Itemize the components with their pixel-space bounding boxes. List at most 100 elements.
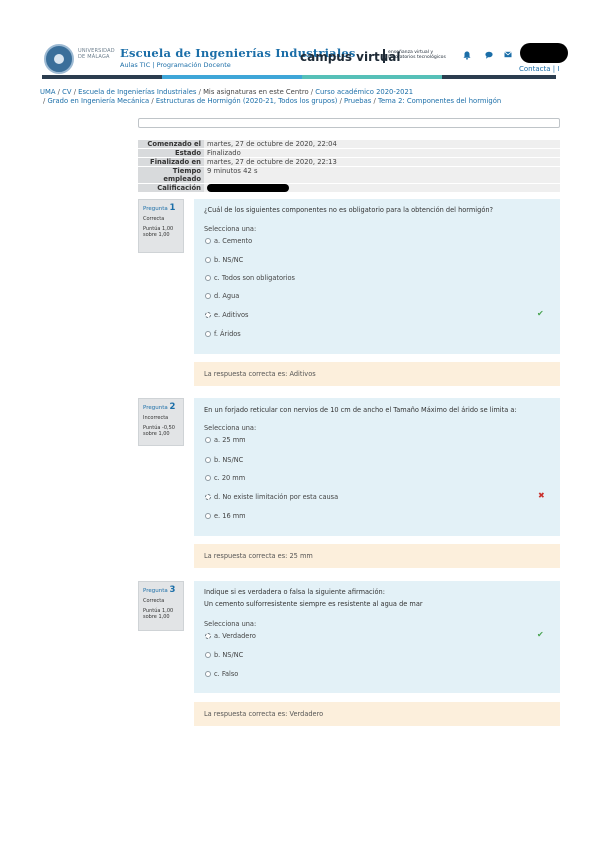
radio-button[interactable]: [205, 671, 211, 677]
option-label: b. NS/NC: [214, 456, 244, 464]
radio-button[interactable]: [205, 293, 211, 299]
breadcrumb-uma[interactable]: UMA: [40, 88, 56, 96]
question-label: Pregunta: [143, 206, 168, 212]
correct-check-icon: ✔: [537, 309, 544, 318]
question-points: Puntúa 1,00 sobre 1,00: [143, 226, 174, 238]
breadcrumb: UMA / CV / Escuela de Ingenierías Indust…: [40, 88, 413, 96]
question-number: Pregunta 2: [143, 402, 179, 412]
summary-value: martes, 27 de octubre de 2020, 22:13: [204, 157, 560, 167]
answer-option[interactable]: e. 16 mm: [205, 512, 246, 520]
mail-icon[interactable]: [504, 51, 512, 60]
option-label: a. Cemento: [214, 237, 253, 245]
question-index: 3: [169, 585, 176, 595]
option-label: c. Falso: [214, 670, 239, 678]
incorrect-cross-icon: ✖: [538, 491, 545, 500]
radio-button[interactable]: [205, 331, 211, 337]
answer-option-selected[interactable]: a. Verdadero: [205, 632, 256, 640]
answer-option-selected[interactable]: d. No existe limitación por esta causa: [205, 493, 338, 501]
programacion-docente-link[interactable]: Programación Docente: [157, 61, 231, 69]
radio-button[interactable]: [205, 257, 211, 263]
feedback-text: La respuesta correcta es: 25 mm: [204, 552, 313, 560]
breadcrumb-topic[interactable]: Tema 2: Componentes del hormigón: [378, 97, 501, 105]
campus-virtual-logo[interactable]: campus virtual: [300, 50, 401, 64]
contact-link[interactable]: Contacta | I: [519, 65, 559, 73]
radio-button-selected[interactable]: [205, 312, 211, 318]
radio-button[interactable]: [205, 437, 211, 443]
option-label: a. 25 mm: [214, 436, 246, 444]
option-label: d. No existe limitación por esta causa: [214, 493, 339, 501]
attempt-summary-table: Comenzado el martes, 27 de octubre de 20…: [138, 139, 560, 192]
summary-row: Estado Finalizado: [138, 148, 560, 158]
answer-prompt: Selecciona una:: [204, 225, 257, 233]
campus-logo-divider: [383, 49, 385, 63]
feedback-text: La respuesta correcta es: Aditivos: [204, 370, 316, 378]
aulas-tic-link[interactable]: Aulas TIC: [120, 61, 150, 69]
question-state: Correcta: [143, 598, 165, 604]
radio-button[interactable]: [205, 475, 211, 481]
answer-option-selected[interactable]: e. Aditivos: [205, 311, 248, 319]
question-content: [194, 398, 560, 536]
answer-option[interactable]: c. 20 mm: [205, 474, 245, 482]
option-label: a. Verdadero: [214, 632, 256, 640]
summary-label-line: Tiempo: [172, 167, 201, 175]
breadcrumb-tests[interactable]: Pruebas: [344, 97, 371, 105]
summary-row: Finalizado en martes, 27 de octubre de 2…: [138, 157, 560, 167]
question-number: Pregunta 3: [143, 585, 179, 595]
breadcrumb-degree[interactable]: Grado en Ingeniería Mecánica: [47, 97, 149, 105]
question-text: En un forjado reticular con nervios de 1…: [204, 406, 517, 414]
radio-button[interactable]: [205, 652, 211, 658]
summary-label: Comenzado el: [138, 139, 204, 149]
question-info: Pregunta 2 Incorrecta Puntúa -0,50 sobre…: [138, 398, 184, 446]
university-name: UNIVERSIDAD DE MÁLAGA: [78, 48, 115, 60]
option-label: b. NS/NC: [214, 651, 244, 659]
answer-option[interactable]: a. Cemento: [205, 237, 252, 245]
answer-option[interactable]: b. NS/NC: [205, 256, 243, 264]
answer-option[interactable]: c. Todos son obligatorios: [205, 274, 295, 282]
breadcrumb-cv[interactable]: CV: [62, 88, 71, 96]
radio-button[interactable]: [205, 275, 211, 281]
answer-option[interactable]: c. Falso: [205, 670, 238, 678]
summary-row: Calificación: [138, 183, 560, 192]
user-avatar[interactable]: [520, 43, 568, 63]
question-index: 2: [169, 402, 176, 412]
answer-option[interactable]: b. NS/NC: [205, 651, 243, 659]
breadcrumb-my-courses[interactable]: Mis asignaturas en este Centro: [203, 88, 309, 96]
answer-option[interactable]: a. 25 mm: [205, 436, 246, 444]
answer-option[interactable]: f. Áridos: [205, 330, 241, 338]
bell-icon[interactable]: [463, 51, 471, 62]
summary-row: Comenzado el martes, 27 de octubre de 20…: [138, 139, 560, 149]
question-points: Puntúa 1,00 sobre 1,00: [143, 608, 174, 620]
summary-row: Tiempo empleado 9 minutos 42 s: [138, 166, 560, 184]
chat-icon[interactable]: [485, 51, 493, 61]
quiz-navigation-bar[interactable]: [138, 118, 560, 128]
radio-button[interactable]: [205, 457, 211, 463]
radio-button-selected[interactable]: [205, 633, 211, 639]
summary-value: [204, 183, 560, 192]
university-seal-logo[interactable]: [44, 44, 74, 74]
question-index: 1: [169, 203, 176, 213]
breadcrumb-academic-year[interactable]: Curso académico 2020-2021: [315, 88, 413, 96]
option-label: e. 16 mm: [214, 512, 246, 520]
header-sublinks: Aulas TIC | Programación Docente: [120, 61, 231, 69]
radio-button[interactable]: [205, 513, 211, 519]
summary-label: Finalizado en: [138, 157, 204, 167]
breadcrumb-course[interactable]: Estructuras de Hormigón (2020-21, Todos …: [156, 97, 338, 105]
question-text: Indique si es verdadera o falsa la sigui…: [204, 588, 385, 596]
option-label: f. Áridos: [214, 330, 241, 338]
option-label: e. Aditivos: [214, 311, 249, 319]
question-label: Pregunta: [143, 588, 168, 594]
option-label: d. Agua: [214, 292, 240, 300]
question-info: Pregunta 1 Correcta Puntúa 1,00 sobre 1,…: [138, 199, 184, 253]
breadcrumb-school[interactable]: Escuela de Ingenierías Industriales: [78, 88, 196, 96]
header-color-bar-segment: [442, 75, 556, 79]
radio-button[interactable]: [205, 238, 211, 244]
answer-option[interactable]: b. NS/NC: [205, 456, 243, 464]
option-label: c. 20 mm: [214, 474, 246, 482]
question-text: ¿Cuál de los siguientes componentes no e…: [204, 206, 494, 214]
answer-option[interactable]: d. Agua: [205, 292, 239, 300]
header-color-bar-segment: [42, 75, 162, 79]
option-label: c. Todos son obligatorios: [214, 274, 295, 282]
header-color-bar-segment: [162, 75, 302, 79]
radio-button-selected[interactable]: [205, 494, 211, 500]
summary-label-line: empleado: [163, 175, 201, 183]
